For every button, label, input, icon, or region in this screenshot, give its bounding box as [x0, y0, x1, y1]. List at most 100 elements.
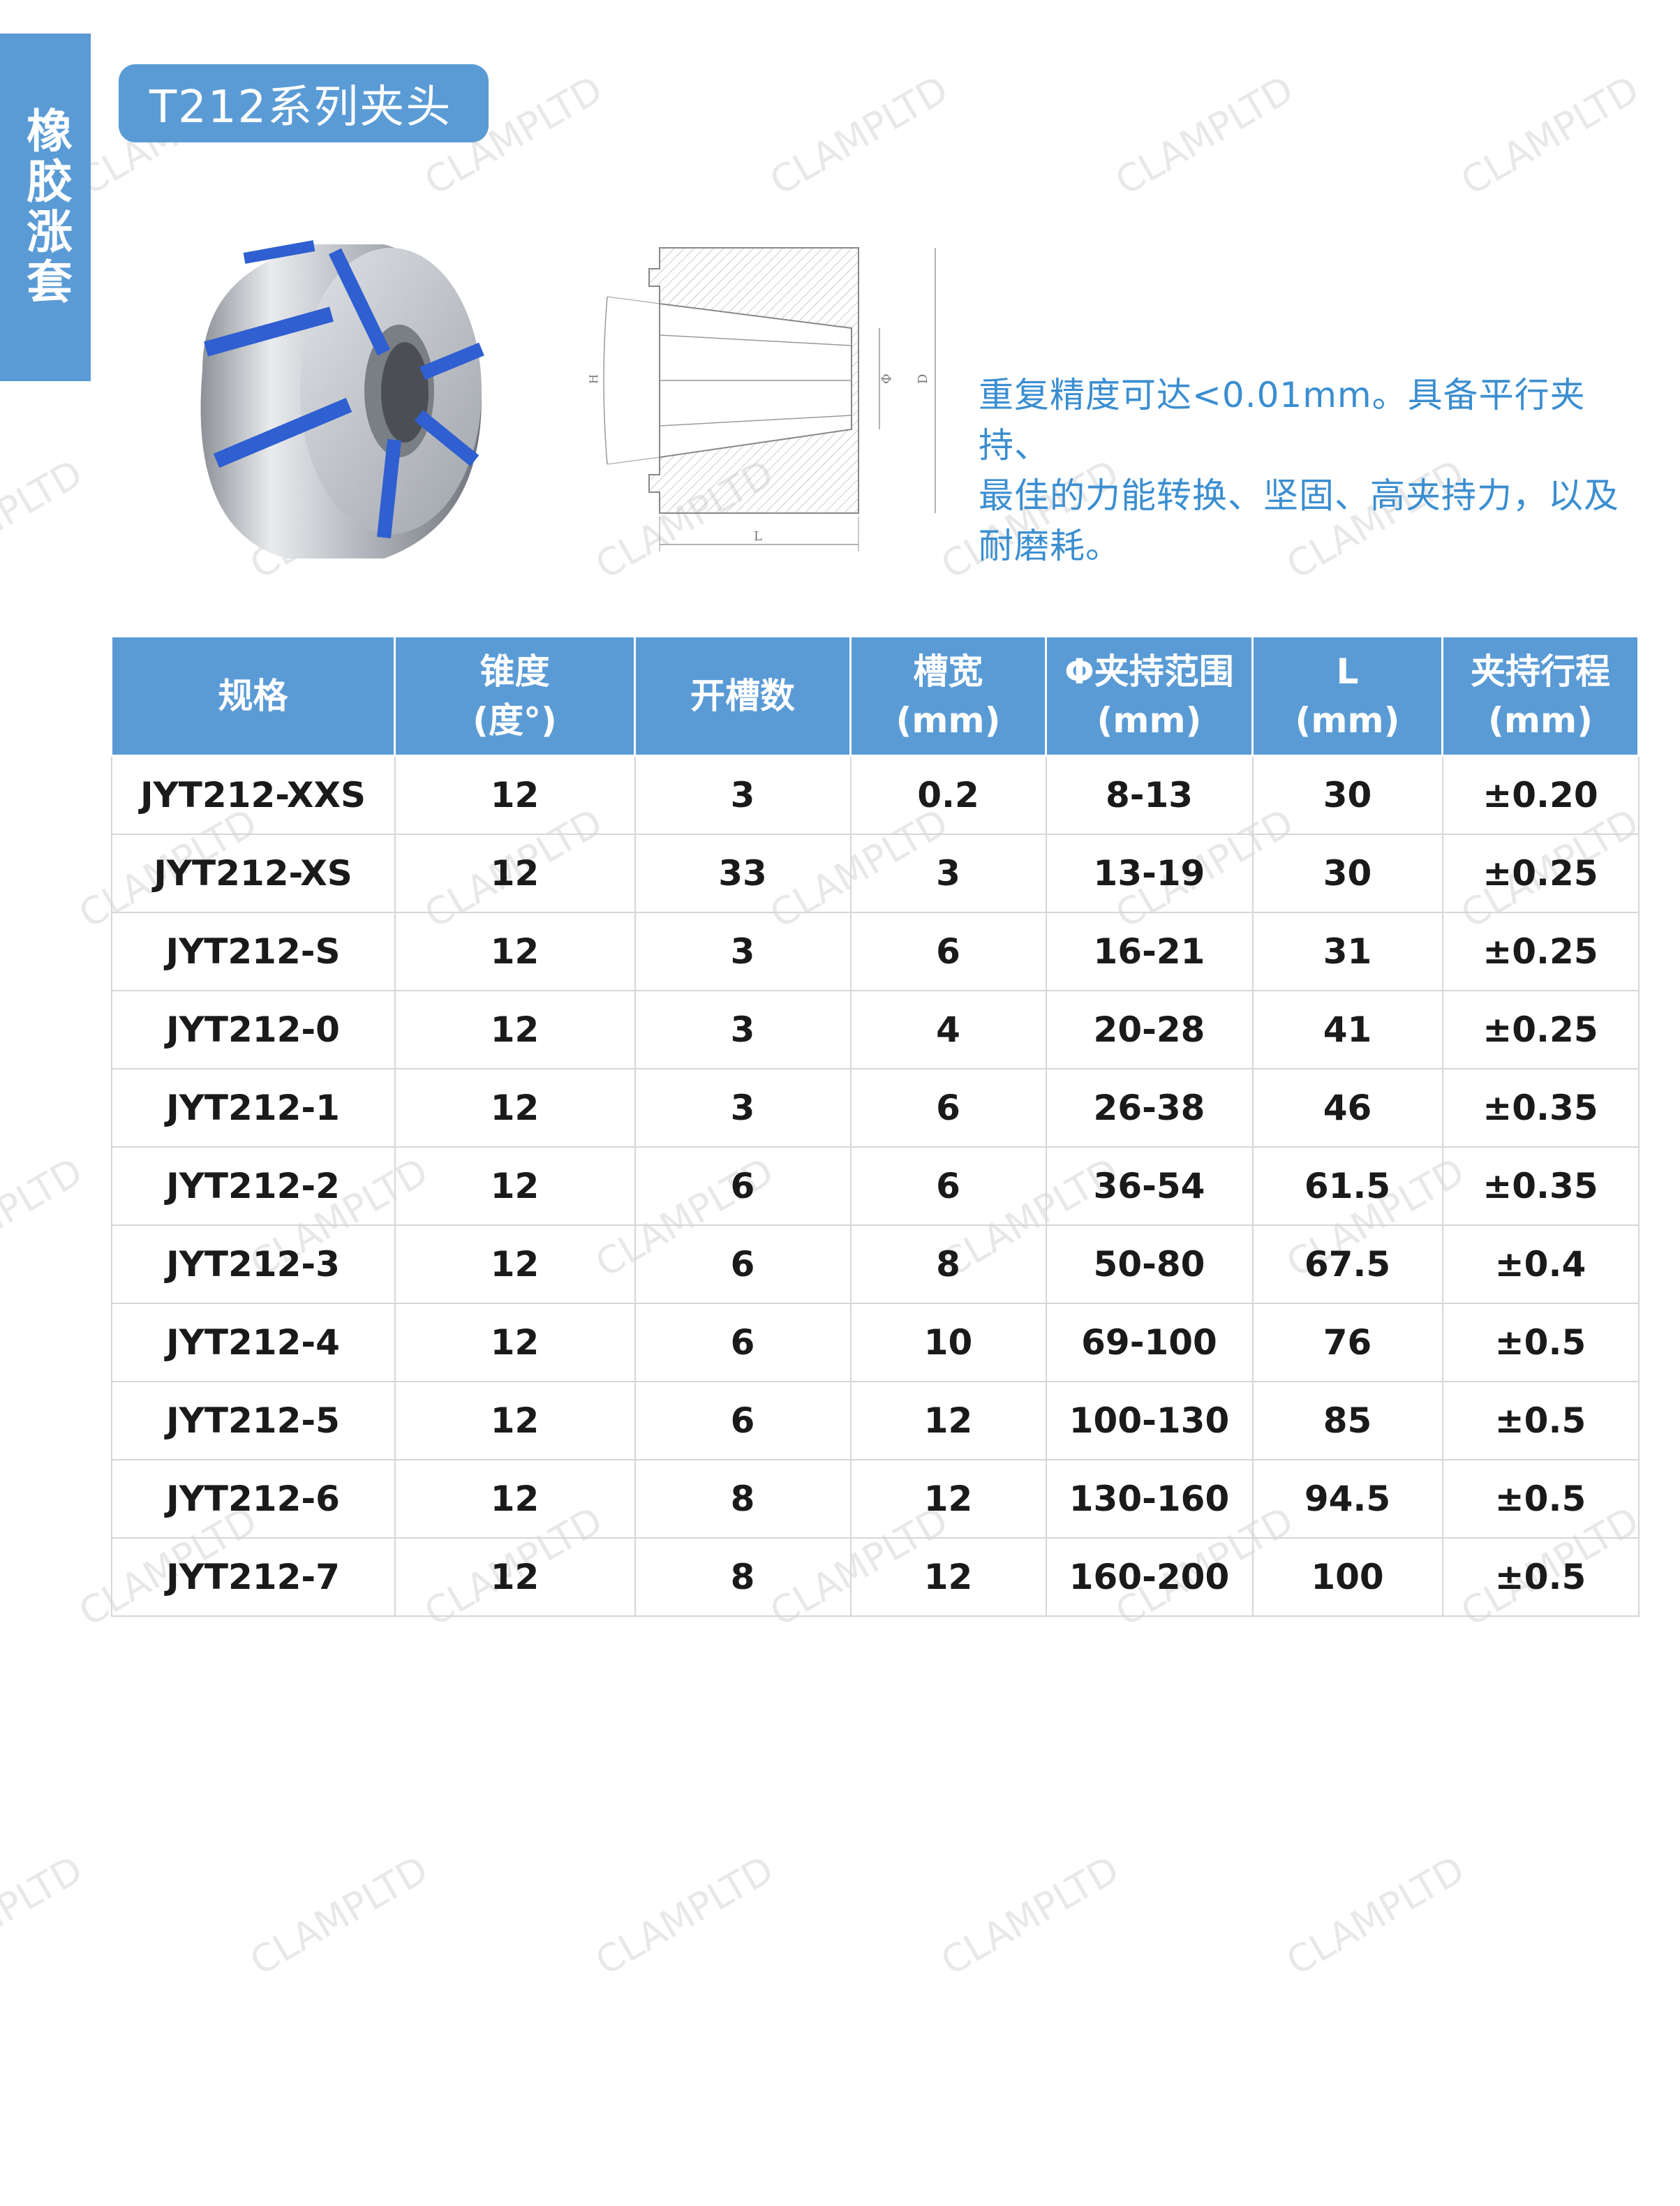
table-row: JYT212-XS 12 33 3 13-19 30 ±0.25	[110, 834, 1640, 913]
series-title: T212系列夹头	[149, 82, 452, 133]
table-cell-clamp-range: 13-19	[1045, 834, 1254, 913]
collet-technical-drawing: H Φ D L	[587, 247, 936, 552]
table-cell-slot-width: 6	[849, 1146, 1047, 1226]
table-cell-slot-width: 4	[849, 990, 1047, 1069]
table-cell-taper: 12	[394, 755, 636, 835]
table-cell-clamp-range: 8-13	[1045, 755, 1254, 835]
column-header-text: (mm)	[1488, 700, 1593, 741]
table-cell-taper: 12	[394, 912, 636, 991]
table-cell-slot-width: 12	[849, 1381, 1047, 1460]
table-row: JYT212-S 12 3 6 16-21 31 ±0.25	[110, 912, 1640, 991]
table-row: JYT212-XXS 12 3 0.2 8-13 30 ±0.20	[110, 755, 1640, 835]
side-category-label: 橡胶涨套	[19, 107, 73, 308]
table-cell-clamp-stroke: ±0.25	[1441, 834, 1640, 913]
table-cell-spec: JYT212-5	[110, 1381, 396, 1460]
series-title-badge: T212系列夹头	[119, 64, 489, 142]
description-line: 耐磨耗。	[979, 526, 1121, 566]
table-cell-length: 67.5	[1251, 1224, 1443, 1304]
column-header-taper: 锥度 (度°)	[394, 635, 636, 757]
table-cell-length: 100	[1251, 1537, 1443, 1617]
side-category-tab: 橡胶涨套	[0, 34, 91, 381]
table-cell-spec: JYT212-1	[110, 1068, 396, 1148]
column-header-slot-width: 槽宽 (mm)	[849, 635, 1047, 757]
table-cell-clamp-range: 160-200	[1045, 1537, 1254, 1617]
drawing-label-l: L	[754, 529, 762, 544]
column-header-text: (mm)	[1097, 700, 1202, 741]
table-cell-slot-count: 3	[634, 990, 852, 1069]
column-header-text: L	[1336, 651, 1359, 692]
table-row: JYT212-4 12 6 10 69-100 76 ±0.5	[110, 1303, 1640, 1382]
watermark-text: CLAMPLTD	[763, 67, 956, 204]
table-cell-length: 30	[1251, 834, 1443, 913]
drawing-label-h: H	[587, 374, 600, 384]
table-cell-taper: 12	[394, 834, 636, 913]
watermark-text: CLAMPLTD	[0, 1149, 90, 1286]
watermark-text: CLAMPLTD	[934, 1847, 1127, 1984]
table-cell-taper: 12	[394, 1224, 636, 1304]
drawing-label-d: D	[916, 374, 930, 384]
feature-description: 重复精度可达<0.01mm。具备平行夹持、 最佳的力能转换、坚固、高夹持力，以及…	[979, 370, 1649, 571]
table-cell-slot-count: 6	[634, 1303, 852, 1382]
table-cell-clamp-stroke: ±0.25	[1441, 990, 1640, 1069]
table-cell-slot-count: 6	[634, 1224, 852, 1304]
table-row: JYT212-1 12 3 6 26-38 46 ±0.35	[110, 1068, 1640, 1148]
watermark-text: CLAMPLTD	[1279, 1847, 1472, 1984]
column-header-spec: 规格	[110, 635, 396, 757]
table-cell-length: 30	[1251, 755, 1443, 835]
table-cell-spec: JYT212-4	[110, 1303, 396, 1382]
table-cell-spec: JYT212-0	[110, 990, 396, 1069]
table-cell-slot-width: 10	[849, 1303, 1047, 1382]
spec-table: 规格 锥度 (度°) 开槽数 槽宽 (mm) Φ夹持范围 (mm) L (mm) 夹持行程 (mm) …	[110, 635, 1640, 1617]
table-cell-slot-width: 6	[849, 912, 1047, 991]
table-cell-clamp-stroke: ±0.35	[1441, 1146, 1640, 1226]
table-cell-clamp-stroke: ±0.5	[1441, 1381, 1640, 1460]
table-cell-clamp-stroke: ±0.5	[1441, 1303, 1640, 1382]
table-cell-clamp-stroke: ±0.4	[1441, 1224, 1640, 1304]
watermark-text: CLAMPLTD	[1108, 67, 1301, 204]
table-cell-slot-width: 3	[849, 834, 1047, 913]
table-header-row: 规格 锥度 (度°) 开槽数 槽宽 (mm) Φ夹持范围 (mm) L (mm) 夹持行程 (mm)	[110, 635, 1640, 757]
table-cell-taper: 12	[394, 1459, 636, 1539]
table-cell-taper: 12	[394, 1381, 636, 1460]
column-header-text: (mm)	[1295, 700, 1400, 741]
table-cell-slot-count: 6	[634, 1381, 852, 1460]
table-cell-taper: 12	[394, 1537, 636, 1617]
watermark-text: CLAMPLTD	[1454, 67, 1646, 204]
table-cell-clamp-range: 130-160	[1045, 1459, 1254, 1539]
table-row: JYT212-2 12 6 6 36-54 61.5 ±0.35	[110, 1146, 1640, 1226]
watermark-text: CLAMPLTD	[588, 1847, 781, 1984]
table-row: JYT212-7 12 8 12 160-200 100 ±0.5	[110, 1537, 1640, 1617]
column-header-text: 槽宽	[913, 651, 983, 692]
column-header-text: (mm)	[895, 700, 1001, 741]
table-cell-slot-count: 3	[634, 912, 852, 991]
table-cell-clamp-range: 69-100	[1045, 1303, 1254, 1382]
table-cell-slot-count: 8	[634, 1537, 852, 1617]
table-cell-clamp-stroke: ±0.20	[1441, 755, 1640, 835]
table-cell-length: 85	[1251, 1381, 1443, 1460]
table-cell-taper: 12	[394, 1146, 636, 1226]
drawing-label-phi: Φ	[879, 373, 894, 384]
table-cell-length: 76	[1251, 1303, 1443, 1382]
column-header-text: 开槽数	[690, 676, 795, 716]
column-header-length: L (mm)	[1251, 635, 1443, 757]
table-cell-clamp-range: 100-130	[1045, 1381, 1254, 1460]
column-header-text: Φ夹持范围	[1064, 651, 1234, 692]
table-cell-spec: JYT212-7	[110, 1537, 396, 1617]
table-cell-taper: 12	[394, 1303, 636, 1382]
column-header-clamp-stroke: 夹持行程 (mm)	[1441, 635, 1640, 757]
table-cell-slot-count: 33	[634, 834, 852, 913]
table-cell-spec: JYT212-3	[110, 1224, 396, 1304]
table-cell-clamp-range: 16-21	[1045, 912, 1254, 991]
description-line: 最佳的力能转换、坚固、高夹持力，以及	[979, 475, 1619, 516]
table-row: JYT212-0 12 3 4 20-28 41 ±0.25	[110, 990, 1640, 1069]
watermark-text: CLAMPLTD	[0, 451, 90, 588]
table-cell-clamp-stroke: ±0.35	[1441, 1068, 1640, 1148]
table-cell-length: 41	[1251, 990, 1443, 1069]
table-cell-clamp-range: 36-54	[1045, 1146, 1254, 1226]
column-header-text: 夹持行程	[1471, 651, 1610, 692]
table-cell-slot-width: 8	[849, 1224, 1047, 1304]
table-body: JYT212-XXS 12 3 0.2 8-13 30 ±0.20 JYT212-XS 12 33…	[110, 755, 1640, 1617]
table-cell-slot-width: 0.2	[849, 755, 1047, 835]
column-header-slot-count: 开槽数	[634, 635, 852, 757]
table-cell-slot-width: 12	[849, 1537, 1047, 1617]
